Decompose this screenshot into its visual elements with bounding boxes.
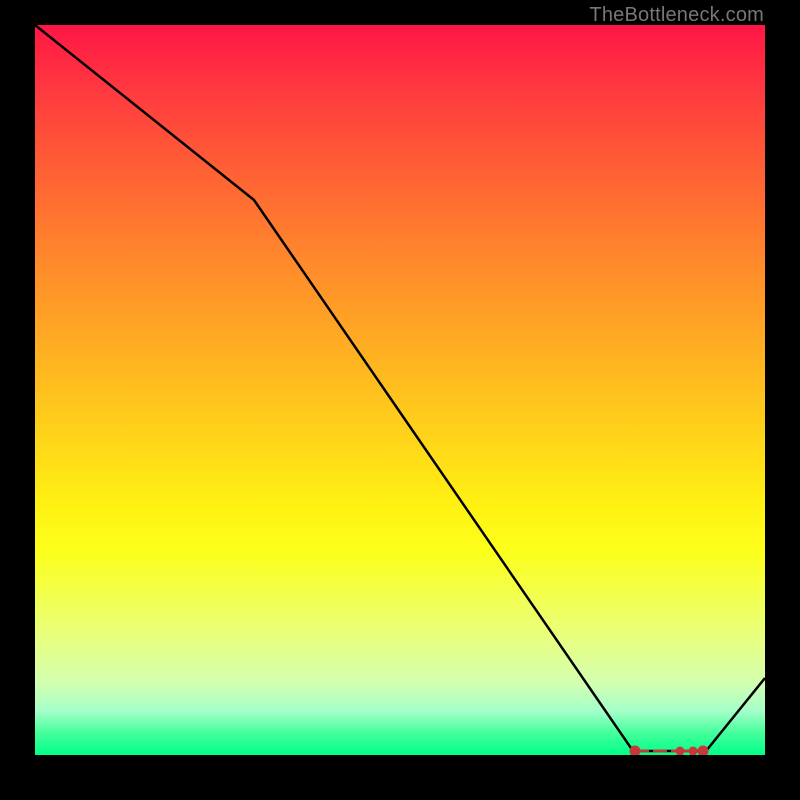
watermark-text: TheBottleneck.com (589, 4, 764, 27)
chart-container: TheBottleneck.com (0, 0, 800, 800)
chart-line-layer (35, 25, 765, 755)
data-line (35, 25, 765, 751)
